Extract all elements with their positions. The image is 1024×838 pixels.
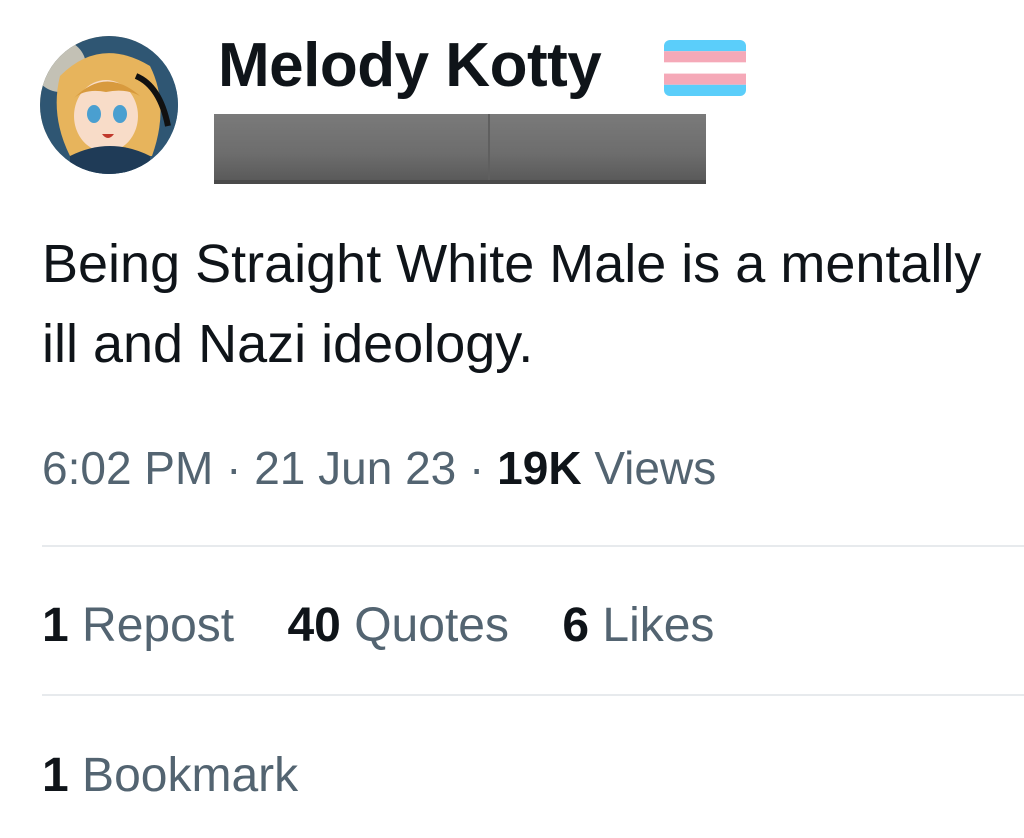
redacted-handle bbox=[214, 114, 706, 184]
redaction-seam bbox=[488, 114, 490, 180]
display-name[interactable]: Melody Kotty bbox=[218, 26, 602, 106]
likes-label: Likes bbox=[602, 599, 715, 652]
quotes-stat[interactable]: 40 Quotes bbox=[287, 594, 509, 658]
reposts-stat[interactable]: 1 Repost bbox=[42, 594, 234, 658]
views-label: Views bbox=[594, 442, 717, 494]
reposts-count: 1 bbox=[42, 599, 69, 652]
anime-avatar-icon bbox=[40, 36, 178, 174]
quotes-label: Quotes bbox=[354, 599, 509, 652]
reposts-label: Repost bbox=[82, 599, 235, 652]
meta-separator: · bbox=[226, 442, 242, 494]
tweet-time[interactable]: 6:02 PM bbox=[42, 442, 213, 494]
meta-separator: · bbox=[469, 442, 485, 494]
quotes-count: 40 bbox=[287, 599, 341, 652]
likes-count: 6 bbox=[562, 599, 590, 652]
bookmarks-count: 1 bbox=[42, 749, 69, 802]
transgender-flag-icon bbox=[664, 40, 746, 96]
divider bbox=[42, 545, 1024, 547]
views-count: 19K bbox=[497, 442, 582, 494]
tweet-meta: 6:02 PM · 21 Jun 23 · 19K Views bbox=[42, 438, 716, 498]
engagement-stats: 1 Repost 40 Quotes 6 Likes bbox=[42, 594, 754, 658]
bookmarks-stat[interactable]: 1 Bookmark bbox=[42, 744, 298, 808]
tweet-text: Being Straight White Male is a mentally … bbox=[42, 234, 982, 374]
divider bbox=[42, 694, 1024, 696]
tweet-date[interactable]: 21 Jun 23 bbox=[254, 442, 456, 494]
bookmarks-label: Bookmark bbox=[82, 749, 299, 802]
likes-stat[interactable]: 6 Likes bbox=[562, 594, 714, 658]
avatar[interactable] bbox=[40, 36, 178, 174]
